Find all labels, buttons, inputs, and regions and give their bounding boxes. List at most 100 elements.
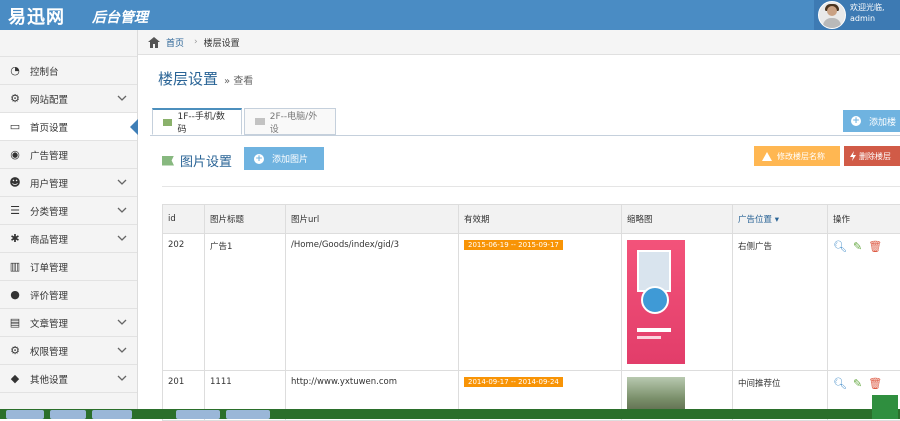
sidebar-item-label: 首页设置 (30, 120, 68, 134)
sidebar-item-label: 用户管理 (30, 176, 68, 190)
chevron-down-icon (117, 177, 127, 187)
eye-icon: ◉ (8, 149, 22, 161)
chevron-down-icon (117, 233, 127, 243)
cogs-icon: ⚙ (8, 345, 22, 357)
bar-chart-icon: ▥ (8, 261, 22, 273)
corner-app-icon[interactable] (872, 395, 898, 419)
sidebar-item-label: 订单管理 (30, 260, 68, 274)
divider (162, 186, 900, 187)
cell-actions: 🔍︎ ✎ 🗑︎ (828, 234, 900, 371)
cell-id: 202 (163, 234, 205, 371)
zoom-icon[interactable]: 🔍︎ (833, 377, 847, 390)
chevron-down-icon (117, 373, 127, 383)
breadcrumb-separator: › (194, 37, 198, 47)
col-period: 有效期 (459, 205, 622, 234)
col-thumbnail: 缩略图 (622, 205, 733, 234)
sidebar-item[interactable]: ◔ 控制台 (0, 57, 137, 85)
cell-thumbnail (622, 234, 733, 371)
chevron-down-icon (117, 345, 127, 355)
sidebar: ◔ 控制台 ⚙ 网站配置 ▭ 首页设置 ◉ 广告管理 ☻用户管理 ☰ 分类管理 ✱ 商品管理 ▥ 订单管理 ●… (0, 30, 138, 419)
sidebar-item-label: 权限管理 (30, 344, 68, 358)
sidebar-item[interactable]: ☰ 分类管理 (0, 197, 137, 225)
book-icon: ▤ (8, 317, 22, 329)
sidebar-item[interactable]: ☻用户管理 (0, 169, 137, 197)
zoom-icon[interactable]: 🔍︎ (833, 240, 847, 253)
col-url: 图片url (286, 205, 459, 234)
warning-icon (762, 152, 772, 161)
home-icon[interactable] (148, 37, 160, 48)
sidebar-item-label: 文章管理 (30, 316, 68, 330)
page-subtitle: » 查看 (224, 76, 253, 87)
os-taskbar (0, 409, 900, 419)
comment-icon: ● (8, 289, 22, 301)
breadcrumb-home[interactable]: 首页 (166, 36, 184, 49)
col-actions: 操作 (828, 205, 900, 234)
delete-floor-button[interactable]: 删除楼层 (844, 146, 900, 166)
flag-icon (162, 156, 174, 166)
thumbnail-image[interactable] (627, 240, 685, 364)
plus-circle-icon: + (851, 116, 861, 126)
dashboard-icon: ◔ (8, 65, 22, 77)
floor-tabs: 1F--手机/数码 2F--电脑/外设 (150, 108, 900, 136)
sidebar-item-label: 评价管理 (30, 288, 68, 302)
image-table: id 图片标题 图片url 有效期 缩略图 广告位置 ▾ 操作 202 广告1 … (162, 204, 900, 421)
sidebar-item-label: 控制台 (30, 64, 59, 78)
col-position-sortable[interactable]: 广告位置 ▾ (733, 205, 828, 234)
pencil-icon[interactable]: ✎ (853, 377, 862, 390)
tag-icon: ◆ (8, 373, 22, 385)
gear-icon: ⚙ (8, 93, 22, 105)
breadcrumb: 首页 › 楼层设置 (138, 30, 900, 55)
sidebar-item[interactable]: ● 评价管理 (0, 281, 137, 309)
sidebar-item[interactable]: ◆其他设置 (0, 365, 137, 393)
taskbar-button[interactable] (226, 410, 270, 419)
add-image-button[interactable]: +添加图片 (244, 147, 324, 170)
taskbar-button[interactable] (176, 410, 220, 419)
taskbar-button[interactable] (92, 410, 132, 419)
add-floor-button[interactable]: +添加楼 (843, 110, 900, 132)
tab-floor-2[interactable]: 2F--电脑/外设 (244, 108, 336, 135)
sidebar-item-label: 网站配置 (30, 92, 68, 106)
monitor-icon: ▭ (8, 121, 22, 133)
col-id: id (163, 205, 205, 234)
sidebar-item[interactable]: ⚙ 权限管理 (0, 337, 137, 365)
taskbar-button[interactable] (6, 410, 44, 419)
sidebar-item[interactable]: ⚙ 网站配置 (0, 85, 137, 113)
plus-circle-icon: + (254, 154, 264, 164)
sidebar-item[interactable]: ▤ 文章管理 (0, 309, 137, 337)
welcome-text: 欢迎光临, admin (850, 2, 885, 24)
logo[interactable]: 易迅网 (8, 3, 65, 29)
page-title: 楼层设置» 查看 (158, 68, 253, 89)
asterisk-icon: ✱ (8, 233, 22, 245)
thumbnail-image[interactable] (627, 377, 685, 413)
date-range-badge: 2015-06-19 -- 2015-09-17 (464, 240, 563, 250)
chevron-down-icon (117, 93, 127, 103)
chevron-down-icon (117, 317, 127, 327)
list-icon: ☰ (8, 205, 22, 217)
cell-url: /Home/Goods/index/gid/3 (286, 234, 459, 371)
sidebar-item-label: 广告管理 (30, 148, 68, 162)
tab-floor-1[interactable]: 1F--手机/数码 (152, 108, 242, 135)
top-navbar: 易迅网 后台管理 欢迎光临, admin (0, 0, 900, 30)
tab-flag-icon (163, 119, 172, 126)
pencil-icon[interactable]: ✎ (853, 240, 862, 253)
taskbar-button[interactable] (50, 410, 86, 419)
table-row: 202 广告1 /Home/Goods/index/gid/3 2015-06-… (163, 234, 900, 371)
sidebar-item[interactable]: ▥ 订单管理 (0, 253, 137, 281)
breadcrumb-current: 楼层设置 (204, 36, 240, 49)
username: admin (850, 13, 885, 24)
trash-icon[interactable]: 🗑︎ (868, 377, 882, 390)
cell-period: 2015-06-19 -- 2015-09-17 (459, 234, 622, 371)
user-menu[interactable]: 欢迎光临, admin (814, 0, 900, 30)
sidebar-item[interactable]: ✱ 商品管理 (0, 225, 137, 253)
sidebar-item[interactable]: ▭ 首页设置 (0, 113, 137, 141)
avatar[interactable] (818, 1, 846, 29)
section-title: 图片设置 (162, 151, 232, 170)
sort-caret-icon: ▾ (775, 215, 779, 225)
chevron-down-icon (117, 205, 127, 215)
sidebar-item-label: 商品管理 (30, 232, 68, 246)
trash-icon[interactable]: 🗑︎ (868, 240, 882, 253)
sidebar-item[interactable]: ◉ 广告管理 (0, 141, 137, 169)
sidebar-item-label: 分类管理 (30, 204, 68, 218)
edit-floor-name-button[interactable]: 修改楼层名称 (754, 146, 840, 166)
tab-flag-icon (255, 118, 265, 125)
